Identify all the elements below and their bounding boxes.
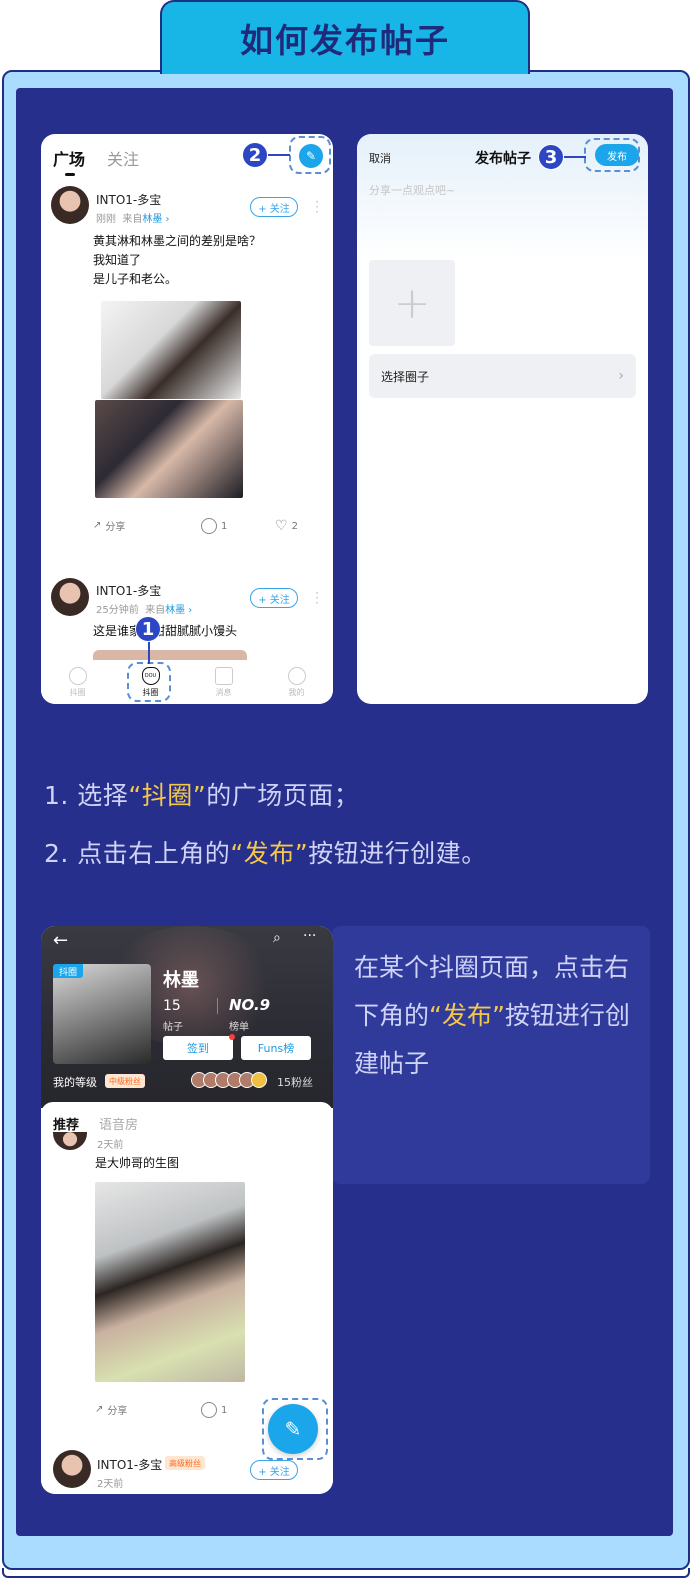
source-link[interactable]: 林墨	[165, 605, 185, 616]
bottom-nav: 抖圈 DOU 抖圈 消息 我的	[41, 660, 333, 704]
circle-badge: 抖圈	[53, 964, 83, 978]
instruction-1: 1. 选择“抖圈”的广场页面；	[44, 781, 360, 810]
search-icon[interactable]: ⌕	[273, 930, 281, 946]
nav-home[interactable]: 抖圈	[68, 666, 87, 698]
rank-value[interactable]: NO.9	[229, 996, 270, 1014]
post-photo[interactable]	[101, 301, 241, 399]
cancel-button[interactable]: 取消	[369, 150, 391, 166]
post-username[interactable]: INTO1-多宝	[96, 582, 161, 599]
back-arrow-icon[interactable]: ←	[53, 930, 68, 951]
avatar[interactable]	[51, 186, 89, 224]
circle-header: ← ⌕ ··· 抖圈 林墨 15 帖子 NO.9 榜单 签到 Funs榜 我的等…	[41, 926, 333, 1108]
share-icon: ↗	[93, 520, 102, 531]
phone-square-page: 广场 关注 ✎ INTO1-多宝 刚刚 来自林墨 › + 关注 · · · 黄其淋和…	[41, 134, 333, 704]
post-meta: 刚刚 来自林墨 ›	[96, 214, 170, 225]
share-action[interactable]: ↗ 分享	[95, 1402, 127, 1417]
comment-action[interactable]: 1	[201, 518, 227, 534]
post-text: 这是谁家的甜甜腻腻小馒头	[93, 624, 238, 638]
home-icon	[68, 666, 87, 685]
highlight-box	[584, 138, 640, 172]
source-link[interactable]: 林墨	[142, 214, 162, 225]
avatar[interactable]	[53, 1450, 91, 1488]
more-icon[interactable]: ···	[303, 928, 316, 944]
checkin-button[interactable]: 签到	[163, 1036, 233, 1060]
post-username[interactable]: INTO1-多宝	[96, 191, 161, 208]
nav-me[interactable]: 我的	[287, 666, 306, 698]
circle-cover	[53, 964, 151, 1064]
comment-action[interactable]: 1	[201, 1402, 227, 1418]
message-icon	[214, 666, 233, 685]
comment-icon	[201, 1402, 217, 1418]
step-1-marker: 1	[135, 616, 161, 642]
tab-bar: 广场 关注	[53, 146, 139, 176]
chevron-right-icon: ›	[618, 368, 624, 384]
fan-level-badge: 高级粉丝	[165, 1456, 205, 1470]
post-meta: 25分钟前 来自林墨 ›	[96, 605, 193, 616]
step-2-marker: 2	[242, 142, 268, 168]
tab-following[interactable]: 关注	[107, 146, 139, 170]
follow-button[interactable]: + 关注	[250, 197, 298, 217]
tab-recommend[interactable]: 推荐	[53, 1114, 79, 1139]
more-icon[interactable]: ···	[314, 196, 320, 218]
step-connector	[148, 640, 150, 664]
like-action[interactable]: ♡ 2	[275, 518, 298, 534]
step-connector	[562, 156, 586, 158]
share-action[interactable]: ↗ 分享	[93, 518, 125, 533]
tab-square[interactable]: 广场	[53, 146, 85, 176]
step-3-marker: 3	[538, 144, 564, 170]
instruction-2: 2. 点击右上角的“发布”按钮进行创建。	[44, 839, 487, 868]
rank-label: 榜单	[229, 1022, 249, 1033]
profile-icon	[287, 666, 306, 685]
divider	[217, 998, 218, 1014]
more-icon[interactable]: ···	[314, 587, 320, 609]
notification-dot	[229, 1034, 235, 1040]
tab-voice-room[interactable]: 语音房	[99, 1114, 138, 1133]
post-username[interactable]: INTO1-多宝	[97, 1456, 162, 1473]
add-image-button[interactable]: +	[369, 260, 455, 346]
choose-circle-row[interactable]: 选择圈子 ›	[369, 354, 636, 398]
feed-tabs: 推荐 语音房	[53, 1114, 138, 1139]
level-badge: 中级粉丝	[105, 1074, 145, 1088]
follow-button[interactable]: + 关注	[250, 588, 298, 608]
posts-count: 15	[163, 998, 181, 1014]
avatar[interactable]	[53, 1132, 87, 1150]
comment-icon	[201, 518, 217, 534]
post-text: 黄其淋和林墨之间的差别是啥？ 我知道了 是儿子和老公。	[93, 234, 262, 286]
post-time: 2天前	[97, 1479, 124, 1490]
follow-button[interactable]: + 关注	[250, 1460, 298, 1480]
circle-name: 林墨	[163, 970, 199, 991]
nav-messages[interactable]: 消息	[214, 666, 233, 698]
plus-icon: +	[393, 277, 431, 329]
posts-label: 帖子	[163, 1022, 183, 1033]
post-input[interactable]: 分享一点观点吧~	[369, 182, 455, 198]
phone-publish-page: 取消 发布帖子 发布 分享一点观点吧~ + 选择圈子 ›	[357, 134, 648, 704]
level-label: 我的等级	[53, 1076, 97, 1089]
post-time: 2天前	[97, 1140, 124, 1151]
funs-rank-button[interactable]: Funs榜	[241, 1036, 311, 1060]
avatar[interactable]	[51, 578, 89, 616]
publish-fab-pencil-icon[interactable]: ✎	[268, 1404, 318, 1454]
post-photo[interactable]	[95, 400, 243, 498]
post-text: 是大帅哥的生图	[95, 1156, 180, 1170]
publish-title: 发布帖子	[475, 151, 531, 167]
fans-count[interactable]: 15粉丝	[277, 1074, 313, 1090]
highlight-box	[127, 662, 171, 702]
side-note: 在某个抖圈页面，点击右下角的“发布”按钮进行创建帖子	[354, 953, 630, 1078]
page-title: 如何发布帖子	[160, 0, 530, 74]
step-connector	[266, 154, 290, 156]
heart-icon: ♡	[275, 518, 288, 534]
post-photo[interactable]	[95, 1182, 245, 1382]
fan-avatar	[251, 1072, 267, 1088]
share-icon: ↗	[95, 1404, 104, 1415]
highlight-box	[289, 136, 331, 174]
